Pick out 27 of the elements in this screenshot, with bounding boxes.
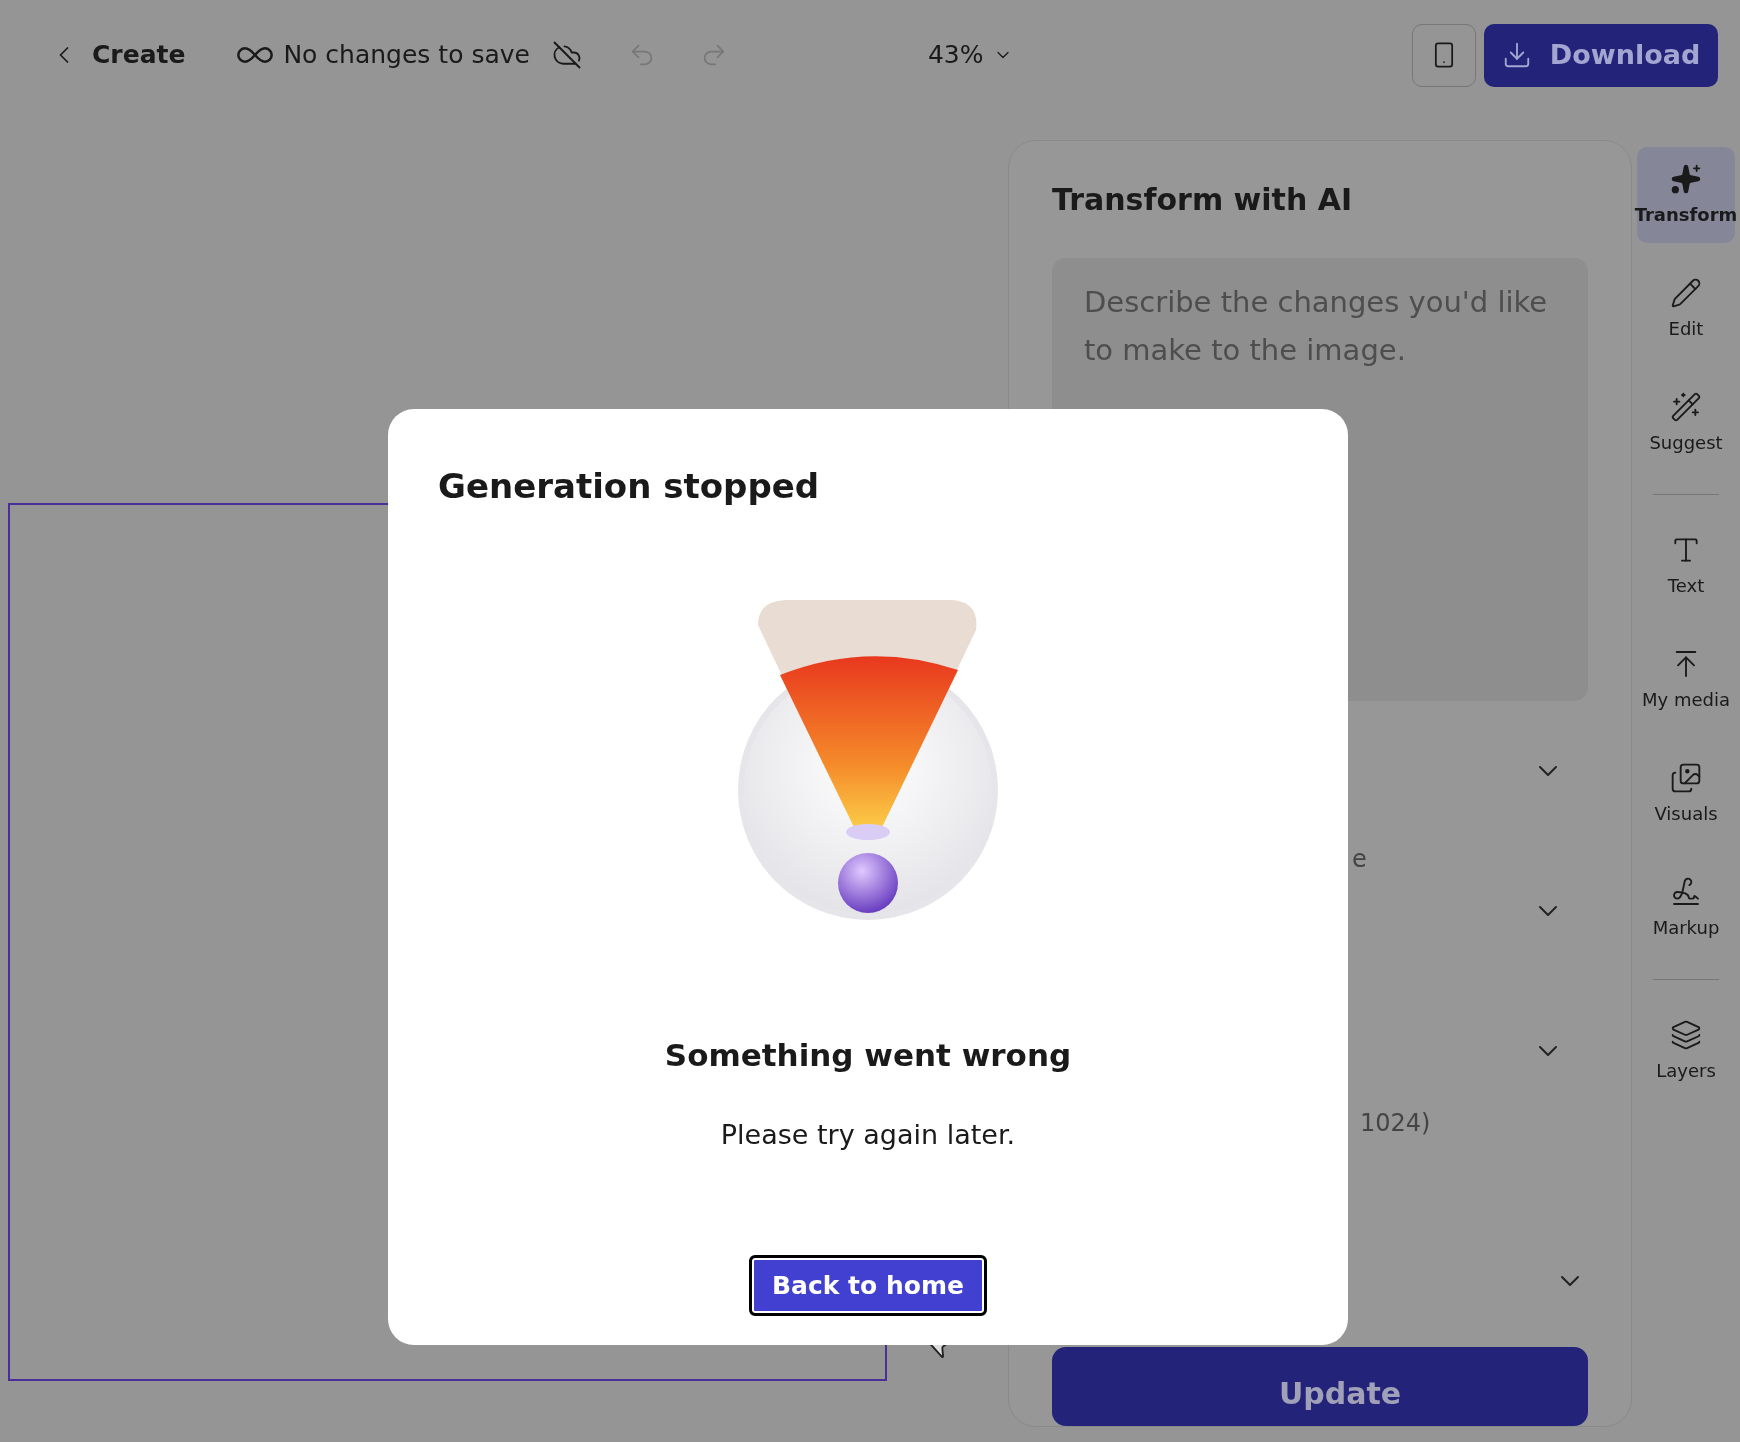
panel-title: Transform with AI xyxy=(1052,181,1354,219)
partial-text: 1024) xyxy=(1360,1108,1431,1139)
rail-tab[interactable]: Suggest xyxy=(1637,375,1735,471)
pencil-icon xyxy=(1670,276,1702,309)
save-status: No changes to save xyxy=(283,39,530,72)
rail-tab[interactable]: Markup xyxy=(1637,860,1735,956)
rail-tab[interactable]: Text xyxy=(1637,518,1735,614)
dialog-title: Generation stopped xyxy=(438,465,820,508)
images-icon xyxy=(1670,761,1702,794)
rail-tab[interactable]: My media xyxy=(1637,632,1735,728)
device-button[interactable] xyxy=(1412,23,1476,87)
sparkle-icon xyxy=(1670,162,1702,195)
back-button[interactable]: Create xyxy=(50,36,186,74)
partial-text: e xyxy=(1352,844,1368,875)
pen-icon xyxy=(1670,875,1702,908)
download-button[interactable]: Download xyxy=(1484,23,1718,87)
error-message: Please try again later. xyxy=(720,1117,1016,1152)
back-to-home-button[interactable]: Back to home xyxy=(749,1255,987,1316)
rail-tab[interactable]: Layers xyxy=(1637,1003,1735,1099)
rail-tab[interactable]: Edit xyxy=(1637,261,1735,357)
update-button[interactable]: Update xyxy=(1052,1347,1588,1426)
error-heading: Something went wrong xyxy=(664,1036,1072,1075)
rail-tab[interactable]: Visuals xyxy=(1637,746,1735,842)
cloud-off-icon xyxy=(551,40,582,70)
zoom-dropdown[interactable]: 43% xyxy=(927,36,1014,74)
create-label: Create xyxy=(92,39,186,72)
layers-icon xyxy=(1670,1018,1702,1051)
